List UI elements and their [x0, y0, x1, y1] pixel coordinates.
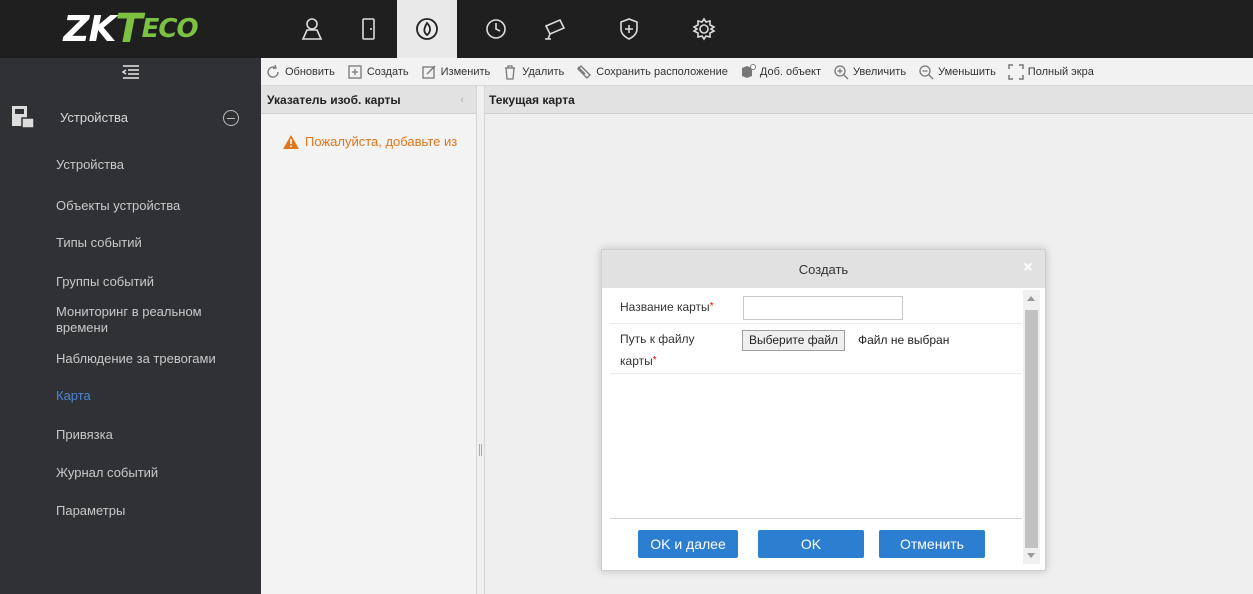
- save-layout-icon: [577, 65, 592, 79]
- required-mark: *: [709, 301, 714, 312]
- zoom-in-icon: [834, 65, 849, 80]
- map-path-label: Путь к файлу карты*: [620, 332, 695, 368]
- camera-icon: [544, 18, 566, 40]
- logo-eco: ECO: [141, 14, 199, 44]
- gear-icon: [692, 17, 716, 41]
- sidebar-collapse-button[interactable]: [0, 58, 261, 86]
- splitter-grip-icon[interactable]: [479, 444, 482, 456]
- toolbar-bar: Обновить Создать Изменить Удалить Сохран…: [0, 58, 1253, 86]
- sidebar-section-header[interactable]: Устройства: [0, 98, 261, 138]
- collapse-section-icon[interactable]: [223, 110, 239, 126]
- required-mark: *: [652, 355, 657, 366]
- shield-icon: [620, 18, 638, 40]
- delete-label: Удалить: [522, 66, 565, 78]
- delete-button[interactable]: Удалить: [502, 64, 564, 80]
- dialog-header: Создать ×: [602, 250, 1045, 288]
- sidebar-item-event-groups[interactable]: Группы событий: [56, 274, 256, 290]
- map-index-header: Указатель изоб. карты ‹: [261, 86, 476, 114]
- sidebar-item-linkage[interactable]: Привязка: [56, 427, 256, 443]
- clock-icon: [486, 19, 506, 39]
- map-name-label: Название карты*: [620, 300, 714, 314]
- fullscreen-button[interactable]: Полный экра: [1008, 64, 1094, 80]
- create-map-dialog: Создать × Название карты* Путь к файлу ка…: [601, 249, 1046, 571]
- sidebar-item-event-log[interactable]: Журнал событий: [56, 465, 256, 481]
- create-label: Создать: [366, 66, 409, 78]
- ok-and-next-button[interactable]: OK и далее: [638, 530, 738, 558]
- no-file-text: Файл не выбран: [858, 333, 950, 347]
- fire-target-icon: [416, 18, 438, 40]
- map-name-input[interactable]: [743, 296, 903, 320]
- dialog-title: Создать: [798, 261, 849, 277]
- scroll-down-icon[interactable]: [1027, 553, 1035, 558]
- scroll-thumb[interactable]: [1025, 310, 1038, 548]
- save-layout-button[interactable]: Сохранить расположение: [576, 64, 728, 80]
- sidebar-item-parameters[interactable]: Параметры: [56, 503, 256, 519]
- trash-icon: [505, 65, 516, 80]
- module-system-button[interactable]: [674, 0, 734, 58]
- person-icon: [301, 18, 323, 40]
- module-time-button[interactable]: [466, 0, 526, 58]
- sidebar-item-map[interactable]: Карта: [56, 388, 256, 404]
- sidebar-item-realtime-monitoring[interactable]: Мониторинг в реальном времени: [56, 304, 236, 336]
- map-index-panel: Указатель изоб. карты ‹ Пожалуйста, доба…: [261, 86, 477, 594]
- refresh-button[interactable]: Обновить: [265, 64, 335, 80]
- sidebar-item-event-types[interactable]: Типы событий: [56, 235, 256, 251]
- create-button[interactable]: Создать: [347, 64, 409, 80]
- cancel-button[interactable]: Отменить: [879, 530, 985, 558]
- module-security-button[interactable]: [599, 0, 659, 58]
- warning-icon: [283, 134, 299, 149]
- dialog-footer-divider: [610, 518, 1022, 519]
- warning-text: Пожалуйста, добавьте из: [305, 134, 458, 149]
- edit-label: Изменить: [440, 66, 491, 78]
- sidebar-item-devices[interactable]: Устройства: [56, 157, 256, 173]
- module-personnel-button[interactable]: [282, 0, 342, 58]
- logo-zk: ZK: [63, 8, 116, 50]
- choose-file-button[interactable]: Выберите файл: [742, 330, 846, 351]
- save-layout-label: Сохранить расположение: [596, 66, 728, 78]
- zoom-out-button[interactable]: Уменьшить: [918, 64, 996, 80]
- map-index-title: Указатель изоб. карты: [267, 92, 401, 107]
- collapse-left-icon[interactable]: ‹: [460, 94, 464, 106]
- zoom-in-label: Увеличить: [853, 66, 907, 78]
- collapse-menu-icon: [121, 65, 139, 79]
- zkteco-logo: ZK T ECO: [0, 0, 261, 58]
- edit-button[interactable]: Изменить: [421, 64, 491, 80]
- refresh-label: Обновить: [285, 66, 335, 78]
- zoom-in-button[interactable]: Увеличить: [833, 64, 906, 80]
- zoom-out-label: Уменьшить: [938, 66, 996, 78]
- add-object-label: Доб. объект: [759, 66, 822, 78]
- add-object-icon: [741, 64, 756, 78]
- close-icon[interactable]: ×: [1019, 259, 1037, 277]
- door-icon: [362, 18, 375, 40]
- panel-splitter[interactable]: [477, 86, 485, 594]
- refresh-icon: [267, 64, 279, 78]
- current-map-title: Текущая карта: [489, 92, 575, 107]
- dialog-scrollbar[interactable]: [1023, 290, 1040, 564]
- top-navigation-bar: ZK T ECO: [0, 0, 1253, 58]
- module-video-button[interactable]: [525, 0, 585, 58]
- add-page-icon: [348, 65, 362, 79]
- device-icon: [12, 106, 35, 129]
- zoom-out-icon: [919, 65, 934, 80]
- map-toolbar: Обновить Создать Изменить Удалить Сохран…: [265, 58, 1106, 86]
- fullscreen-icon: [1008, 64, 1024, 80]
- sidebar: Устройства Устройства Объекты устройства…: [0, 86, 261, 594]
- ok-button[interactable]: OK: [758, 530, 864, 558]
- logo-t: T: [115, 6, 142, 52]
- module-access-button[interactable]: [338, 0, 398, 58]
- sidebar-item-device-objects[interactable]: Объекты устройства: [56, 198, 256, 214]
- sidebar-item-alarm-monitoring[interactable]: Наблюдение за тревогами: [56, 351, 256, 367]
- scroll-up-icon[interactable]: [1027, 296, 1035, 301]
- sidebar-section-title: Устройства: [60, 110, 129, 125]
- edit-icon: [421, 65, 436, 79]
- fullscreen-label: Полный экра: [1027, 66, 1094, 78]
- current-map-header: Текущая карта: [485, 86, 1253, 114]
- add-object-button[interactable]: Доб. объект: [740, 64, 821, 80]
- module-fire-button[interactable]: [397, 0, 457, 58]
- add-map-warning: Пожалуйста, добавьте из: [283, 134, 473, 149]
